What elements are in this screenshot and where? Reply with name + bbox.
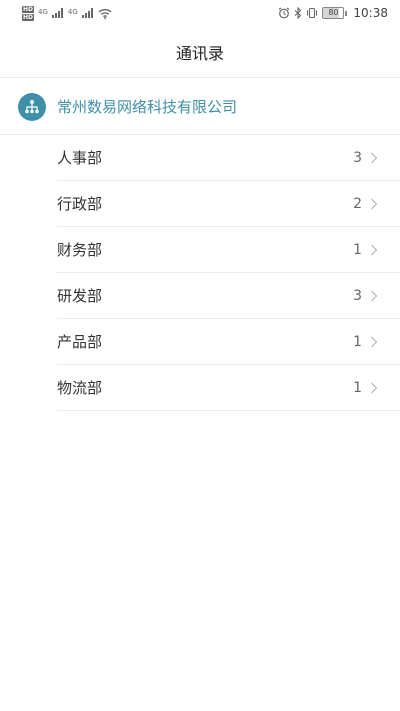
- department-name: 人事部: [57, 149, 103, 167]
- department-item-finance[interactable]: 财务部 1: [57, 227, 400, 273]
- hd-indicator: HD HD: [22, 5, 35, 21]
- department-meta: 1: [353, 380, 378, 396]
- vibrate-icon: [307, 7, 318, 19]
- signal-icon: [51, 8, 63, 18]
- network-type-2: 4G: [67, 7, 78, 16]
- department-meta: 1: [353, 334, 378, 350]
- department-count: 1: [353, 241, 362, 258]
- department-name: 财务部: [57, 241, 103, 259]
- department-meta: 3: [353, 150, 378, 166]
- battery-tip: [345, 10, 348, 16]
- signal-icon-2: [81, 8, 93, 18]
- chevron-right-icon: [371, 152, 378, 163]
- department-name: 产品部: [57, 333, 103, 351]
- chevron-right-icon: [371, 382, 378, 393]
- department-name: 行政部: [57, 195, 103, 213]
- page-header: 通讯录: [0, 26, 400, 78]
- chevron-right-icon: [371, 198, 378, 209]
- page-title: 通讯录: [175, 43, 224, 63]
- status-left: HD HD 4G 4G: [22, 5, 112, 21]
- clock: 10:38: [353, 6, 388, 20]
- department-count: 3: [353, 149, 362, 166]
- battery-icon: 80: [322, 7, 348, 19]
- department-meta: 3: [353, 288, 378, 304]
- department-item-hr[interactable]: 人事部 3: [57, 135, 400, 181]
- department-meta: 1: [353, 242, 378, 258]
- department-meta: 2: [353, 196, 378, 212]
- department-item-admin[interactable]: 行政部 2: [57, 181, 400, 227]
- department-name: 物流部: [57, 379, 103, 397]
- department-count: 3: [353, 287, 362, 304]
- chevron-right-icon: [371, 244, 378, 255]
- department-item-product[interactable]: 产品部 1: [57, 319, 400, 365]
- bluetooth-icon: [295, 7, 302, 19]
- status-bar: HD HD 4G 4G 80 10:38: [0, 0, 400, 26]
- department-item-rnd[interactable]: 研发部 3: [57, 273, 400, 319]
- department-name: 研发部: [57, 287, 103, 305]
- department-count: 1: [353, 333, 362, 350]
- chevron-right-icon: [371, 290, 378, 301]
- battery-level: 80: [322, 7, 345, 19]
- status-right: 80 10:38: [278, 6, 388, 20]
- wifi-icon: [98, 8, 112, 19]
- hd-badge-bottom: HD: [22, 13, 35, 21]
- alarm-icon: [279, 7, 290, 19]
- org-chart-icon: [18, 92, 46, 121]
- hd-badge-top: HD: [22, 5, 35, 13]
- department-count: 1: [353, 379, 362, 396]
- organization-name: 常州数易网络科技有限公司: [57, 98, 238, 116]
- department-item-logistics[interactable]: 物流部 1: [57, 365, 400, 411]
- department-list: 人事部 3 行政部 2 财务部 1 研发部 3 产品部 1 物流部 1: [57, 135, 400, 411]
- organization-row[interactable]: 常州数易网络科技有限公司: [0, 79, 400, 135]
- department-count: 2: [353, 195, 362, 212]
- chevron-right-icon: [371, 336, 378, 347]
- network-type-1: 4G: [38, 7, 48, 16]
